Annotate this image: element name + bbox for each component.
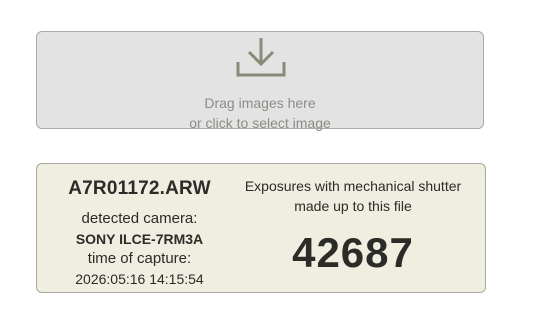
capture-time-value: 2026:05:16 14:15:54 [75,271,204,287]
camera-label: detected camera: [81,210,198,227]
image-dropzone[interactable]: Drag images here or click to select imag… [36,31,484,131]
dropzone-instructions: Drag images here or click to select imag… [37,93,483,133]
shutter-label-line-1: Exposures with mechanical shutter [244,178,462,194]
result-card: A7R01172.ARW detected camera: SONY ILCE-… [36,163,486,293]
shutter-count-label: Exposures with mechanical shutter made u… [233,176,473,216]
shutter-count-value: 42687 [292,229,414,276]
download-icon [236,38,286,77]
camera-model: SONY ILCE-7RM3A [75,231,204,247]
dropzone-line-2: or click to select image [189,115,331,131]
capture-time-label: time of capture: [87,250,192,267]
dropzone-line-1: Drag images here [204,95,316,111]
shutter-label-line-2: made up to this file [294,198,412,214]
file-name: A7R01172.ARW [68,178,211,199]
